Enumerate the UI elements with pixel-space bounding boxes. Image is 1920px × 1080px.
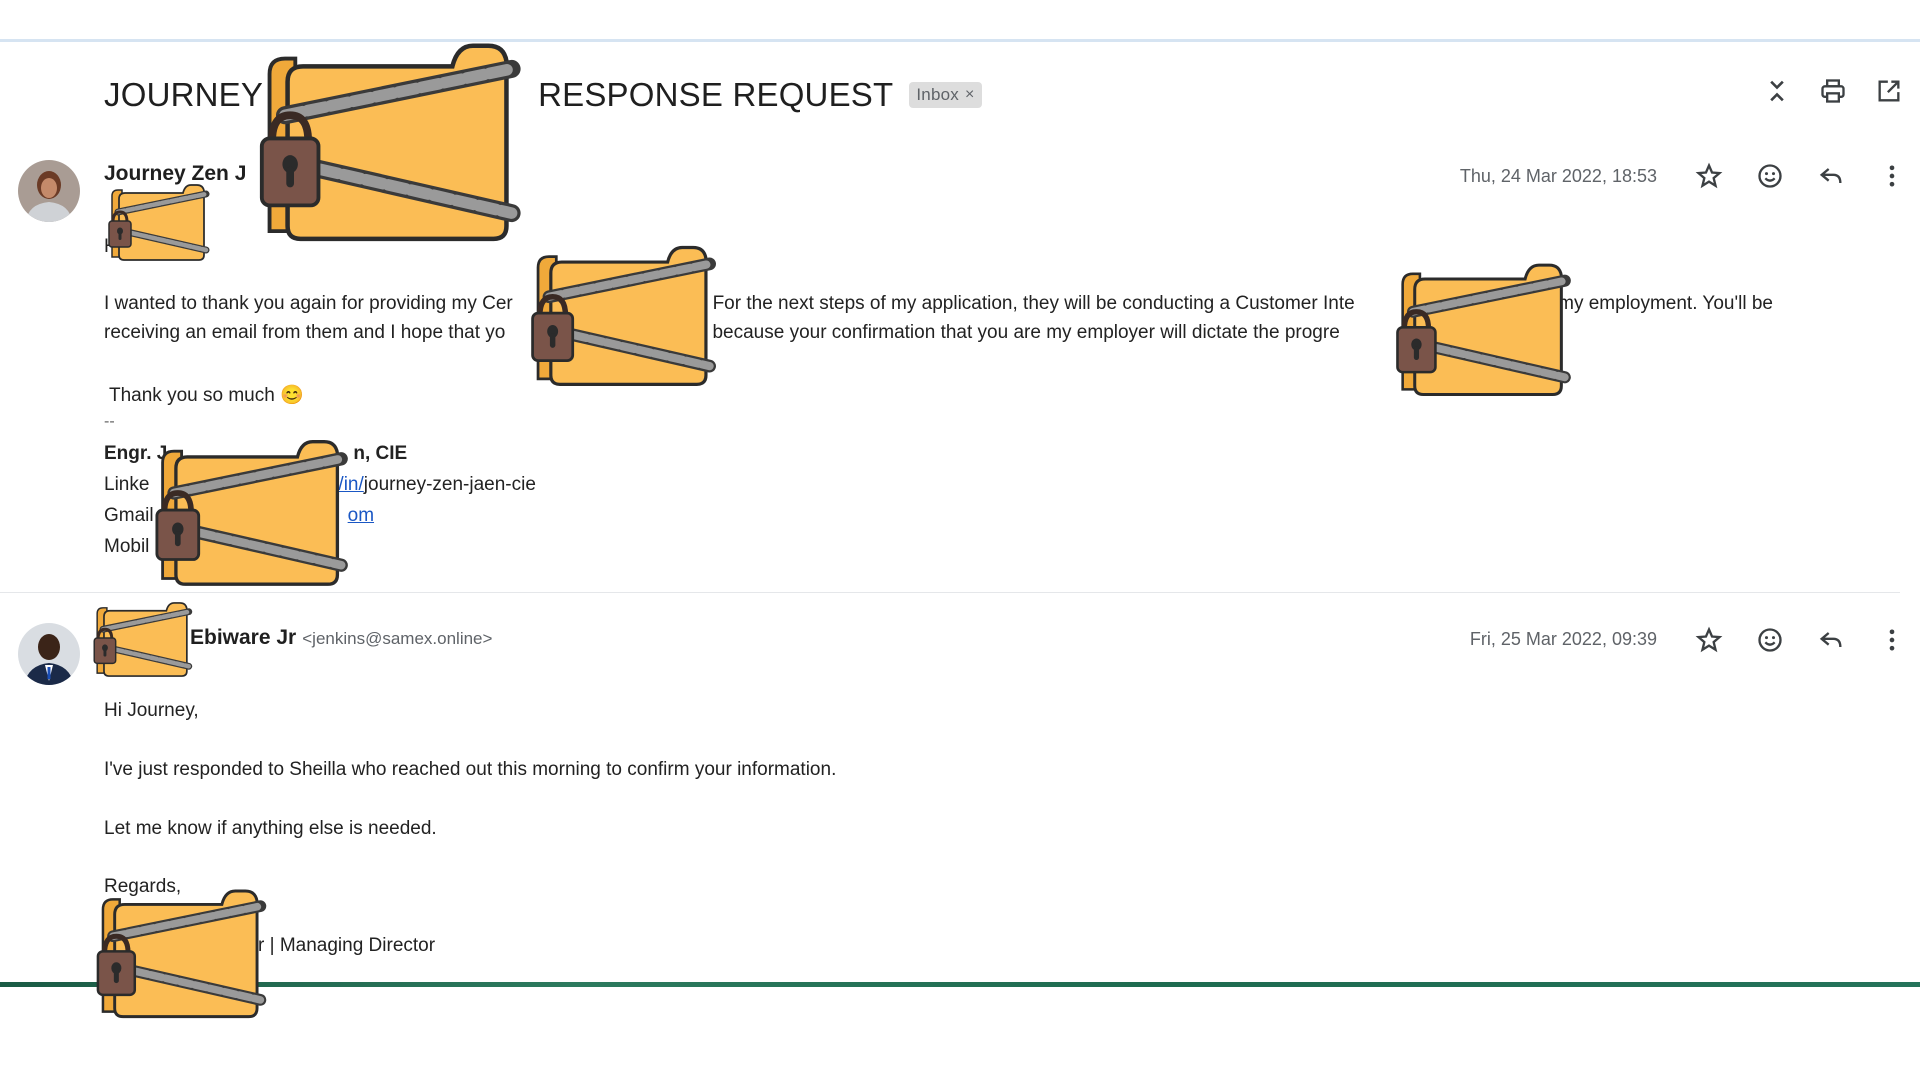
bottom-border: [0, 982, 1920, 987]
signature-title: r | Managing Director: [258, 935, 436, 956]
body-paragraph-1: I've just responded to Sheilla who reach…: [104, 759, 837, 780]
locked-folder-icon: [248, 38, 528, 244]
inbox-label-text: Inbox: [916, 85, 959, 104]
avatar[interactable]: [18, 160, 80, 222]
signature-mobile: Mobil: [104, 536, 150, 557]
subject-text-start: JOURNEY: [104, 76, 264, 113]
subject-text-end: RESPONSE REQUEST: [538, 76, 894, 113]
thread-toolbar: [1760, 74, 1906, 108]
greeting: Hi Journey,: [104, 700, 199, 721]
inbox-label-chip[interactable]: Inbox ×: [909, 82, 982, 108]
locked-folder-icon: [90, 886, 270, 1020]
more-vert-icon[interactable]: [1874, 158, 1910, 194]
thanks-line: Thank you so much 😊: [109, 385, 304, 406]
star-icon[interactable]: [1691, 158, 1727, 194]
reply-icon[interactable]: [1813, 622, 1849, 658]
emoji-reaction-icon[interactable]: [1752, 158, 1788, 194]
locked-folder-icon: [90, 600, 194, 678]
avatar[interactable]: [18, 623, 80, 685]
emoji-reaction-icon[interactable]: [1752, 622, 1788, 658]
signature-separator: --: [104, 413, 115, 430]
sender-name[interactable]: Ebiware Jr <jenkins@samex.online>: [190, 626, 492, 650]
open-new-window-icon[interactable]: [1872, 74, 1906, 108]
reply-icon[interactable]: [1813, 158, 1849, 194]
sender-email: <jenkins@samex.online>: [302, 629, 493, 648]
print-icon[interactable]: [1816, 74, 1850, 108]
message-divider: [0, 592, 1900, 593]
more-vert-icon[interactable]: [1874, 622, 1910, 658]
email-subject: JOURNEY RESPONSE REQUEST Inbox ×: [104, 72, 982, 118]
message-date: Fri, 25 Mar 2022, 09:39: [1469, 629, 1657, 649]
locked-folder-icon: [104, 182, 212, 262]
message-actions: [1691, 622, 1910, 658]
body-paragraph-2: Let me know if anything else is needed.: [104, 818, 437, 839]
body-line-2: receiving an email from them and I hope …: [104, 322, 1536, 343]
locked-folder-icon: [524, 242, 720, 388]
message-date: Thu, 24 Mar 2022, 18:53: [1459, 166, 1657, 186]
locked-folder-icon: [148, 436, 352, 588]
star-icon[interactable]: [1691, 622, 1727, 658]
collapse-all-icon[interactable]: [1760, 74, 1794, 108]
locked-folder-icon: [1390, 260, 1574, 398]
message-actions: [1691, 158, 1910, 194]
remove-label-icon[interactable]: ×: [965, 86, 975, 104]
